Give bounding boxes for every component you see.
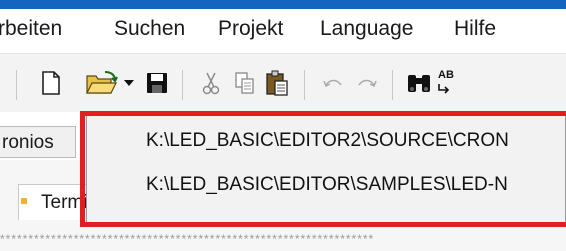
cut-button[interactable] — [196, 66, 226, 100]
menu-projekt[interactable]: Projekt — [218, 16, 283, 42]
recent-file-item[interactable]: K:\LED_BASIC\EDITOR\SAMPLES\LED-N — [146, 172, 508, 198]
paste-icon — [266, 70, 288, 96]
cut-icon — [202, 72, 220, 95]
redo-button[interactable] — [352, 66, 382, 100]
dropdown-arrow-icon — [124, 80, 134, 86]
replace-button[interactable]: AB — [436, 66, 466, 100]
toolbar-separator — [304, 70, 305, 100]
menu-hilfe[interactable]: Hilfe — [454, 16, 496, 42]
open-folder-icon — [86, 71, 118, 94]
save-button[interactable] — [142, 66, 172, 100]
copy-icon — [235, 72, 254, 94]
new-document-icon — [42, 71, 60, 95]
copy-button[interactable] — [230, 66, 260, 100]
tab-indicator-icon — [21, 198, 27, 204]
toolbar-separator — [182, 70, 183, 100]
paste-button[interactable] — [262, 66, 292, 100]
menu-bearbeiten[interactable]: rbeiten — [0, 16, 62, 42]
window-title-bar — [0, 0, 566, 9]
toolbar-separator — [392, 70, 393, 100]
side-tab[interactable]: ronios — [0, 126, 76, 158]
redo-icon — [358, 79, 377, 88]
open-file-button[interactable] — [84, 66, 120, 100]
toolbar-separator — [16, 70, 17, 100]
open-recent-dropdown-button[interactable] — [122, 72, 136, 94]
menu-bar: rbeiten Suchen Projekt Language Hilfe — [0, 9, 566, 54]
save-icon — [147, 73, 167, 93]
menu-suchen[interactable]: Suchen — [114, 16, 185, 42]
toolbar: AB — [0, 54, 566, 112]
asterisk-divider: ****************************************… — [0, 232, 375, 246]
menu-language[interactable]: Language — [320, 16, 413, 42]
recent-file-item[interactable]: K:\LED_BASIC\EDITOR2\SOURCE\CRON — [146, 128, 509, 154]
find-button[interactable] — [404, 66, 434, 100]
find-icon — [408, 75, 430, 92]
recent-files-dropdown: K:\LED_BASIC\EDITOR2\SOURCE\CRON K:\LED_… — [86, 115, 566, 223]
new-document-button[interactable] — [36, 66, 66, 100]
undo-button[interactable] — [318, 66, 348, 100]
replace-icon: AB — [436, 68, 466, 98]
undo-icon — [323, 79, 342, 88]
